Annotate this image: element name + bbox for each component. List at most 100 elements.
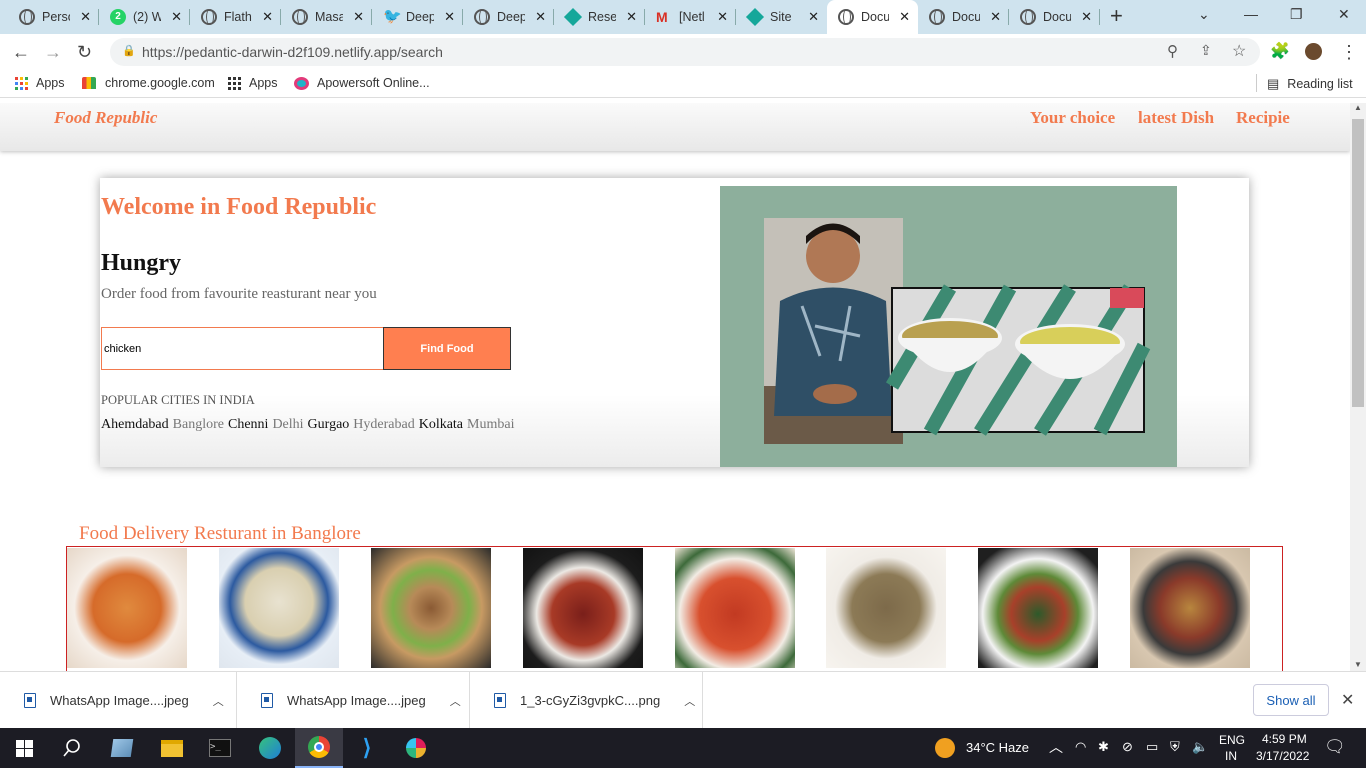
city-link[interactable]: Chenni [228, 417, 268, 432]
dish-image[interactable] [67, 548, 187, 668]
nav-link-your-choice[interactable]: Your choice [1030, 108, 1115, 128]
new-tab-plus-icon[interactable]: + [1110, 5, 1123, 27]
browser-tab[interactable]: M [Netl ✕ [645, 0, 736, 34]
chrome-icon[interactable] [295, 728, 343, 768]
food-search-input[interactable] [101, 327, 384, 370]
clock-date[interactable]: 3/17/2022 [1256, 749, 1309, 763]
city-link[interactable]: Mumbai [467, 417, 514, 432]
weather-haze-icon[interactable] [935, 738, 955, 758]
dish-image[interactable] [371, 548, 491, 668]
tab-search-chevron-icon[interactable]: ⌄ [1198, 6, 1210, 23]
close-tab-icon[interactable]: ✕ [80, 9, 91, 25]
language-region[interactable]: IN [1225, 749, 1237, 763]
scroll-down-icon[interactable]: ▼ [1354, 660, 1362, 669]
browser-tab[interactable]: Flath ✕ [190, 0, 281, 34]
nav-link-latest-dish[interactable]: latest Dish [1138, 108, 1214, 128]
dish-image[interactable] [523, 548, 643, 668]
city-link[interactable]: Gurgao [308, 417, 350, 432]
clock-time[interactable]: 4:59 PM [1262, 732, 1307, 746]
close-tab-icon[interactable]: ✕ [262, 9, 273, 25]
task-view-icon[interactable] [98, 728, 146, 768]
terminal-icon[interactable]: >_ [196, 728, 244, 768]
menu-kebab-icon[interactable]: ⋮ [1340, 40, 1358, 64]
address-bar[interactable]: 🔒 https://pedantic-darwin-d2f109.netlify… [110, 38, 1260, 66]
restore-icon[interactable]: ❐ [1290, 6, 1303, 23]
nav-link-recipie[interactable]: Recipie [1236, 108, 1290, 128]
bluetooth-icon[interactable]: ✱ [1098, 739, 1109, 755]
bookmark-apps[interactable]: Apps [15, 76, 65, 90]
minimize-icon[interactable]: — [1244, 6, 1258, 22]
page-scrollbar[interactable]: ▲ ▼ [1350, 103, 1366, 671]
file-explorer-icon[interactable] [148, 728, 196, 768]
bookmark-apowersoft[interactable]: Apowersoft Online... [294, 76, 430, 90]
slack-icon[interactable] [392, 728, 440, 768]
edge-icon[interactable] [246, 728, 294, 768]
chevron-up-icon[interactable]: ︿ [684, 693, 695, 709]
dish-image[interactable] [826, 548, 946, 668]
security-shield-icon[interactable]: ⛨ [1170, 739, 1180, 755]
browser-tab[interactable]: Reset ✕ [554, 0, 645, 34]
browser-tab[interactable]: Deep ✕ [463, 0, 554, 34]
dish-image[interactable] [978, 548, 1098, 668]
browser-tab[interactable]: 🐦 Deep ✕ [372, 0, 463, 34]
dish-image[interactable] [1130, 548, 1250, 668]
reading-list[interactable]: ▤ Reading list [1267, 76, 1353, 92]
url-text[interactable]: https://pedantic-darwin-d2f109.netlify.a… [142, 44, 443, 60]
download-item[interactable]: WhatsApp Image....jpeg ︿ [237, 672, 470, 729]
download-item[interactable]: 1_3-cGyZi3gvpkC....png ︿ [470, 672, 703, 729]
bookmark-apps[interactable]: Apps [228, 76, 278, 90]
bookmark-chrome-store[interactable]: chrome.google.com [82, 76, 215, 90]
close-tab-icon[interactable]: ✕ [353, 9, 364, 25]
profile-avatar[interactable] [1305, 43, 1322, 60]
city-link[interactable]: Ahemdabad [101, 417, 169, 432]
find-food-button[interactable]: Find Food [383, 327, 511, 370]
browser-tab[interactable]: Docu ✕ [918, 0, 1009, 34]
browser-tab[interactable]: Docu ✕ [1009, 0, 1100, 34]
vscode-icon[interactable]: ⟩ [343, 728, 391, 768]
browser-tab[interactable]: Perso ✕ [8, 0, 99, 34]
close-tab-icon[interactable]: ✕ [990, 9, 1001, 25]
scrollbar-thumb[interactable] [1352, 119, 1364, 407]
browser-tab[interactable]: Site ✕ [736, 0, 827, 34]
close-tab-icon[interactable]: ✕ [626, 9, 637, 25]
scroll-up-icon[interactable]: ▲ [1354, 103, 1362, 112]
battery-icon[interactable]: ▭ [1146, 739, 1158, 755]
windows-start-icon[interactable] [0, 728, 48, 768]
bookmark-star-icon[interactable]: ☆ [1232, 41, 1246, 61]
reload-icon[interactable]: ↻ [77, 40, 92, 64]
language-code[interactable]: ENG [1219, 733, 1245, 747]
browser-tab[interactable]: 2 (2) W ✕ [99, 0, 190, 34]
forward-arrow-icon[interactable]: → [44, 40, 62, 64]
close-tab-icon[interactable]: ✕ [444, 9, 455, 25]
share-icon[interactable]: ⇪ [1200, 42, 1212, 59]
city-link[interactable]: Banglore [173, 417, 224, 432]
network-icon[interactable]: ◠ [1075, 739, 1086, 755]
notifications-icon[interactable]: 🗨 [1324, 737, 1346, 757]
city-link[interactable]: Delhi [272, 417, 303, 432]
site-brand[interactable]: Food Republic [54, 108, 157, 128]
close-downloads-icon[interactable]: ✕ [1341, 690, 1354, 710]
city-link[interactable]: Kolkata [419, 417, 463, 432]
weather-text[interactable]: 34°C Haze [966, 740, 1029, 755]
close-tab-icon[interactable]: ✕ [717, 9, 728, 25]
city-link[interactable]: Hyderabad [353, 417, 414, 432]
chevron-up-icon[interactable]: ︿ [213, 693, 224, 709]
tray-chevron-up-icon[interactable]: ︿ [1049, 737, 1063, 757]
close-tab-icon[interactable]: ✕ [899, 9, 910, 25]
extensions-puzzle-icon[interactable]: 🧩 [1270, 40, 1290, 64]
search-icon[interactable] [48, 728, 96, 768]
chevron-up-icon[interactable]: ︿ [450, 693, 461, 709]
close-tab-icon[interactable]: ✕ [808, 9, 819, 25]
download-item[interactable]: WhatsApp Image....jpeg ︿ [0, 672, 237, 729]
dish-image[interactable] [675, 548, 795, 668]
show-all-downloads-button[interactable]: Show all [1253, 684, 1329, 716]
volume-icon[interactable]: 🔈 [1192, 739, 1208, 755]
wifi-off-icon[interactable]: ⊘ [1122, 739, 1133, 755]
zoom-icon[interactable]: ⚲ [1167, 42, 1178, 60]
dish-image[interactable] [219, 548, 339, 668]
browser-tab-active[interactable]: Docu ✕ [827, 0, 918, 34]
close-tab-icon[interactable]: ✕ [535, 9, 546, 25]
browser-tab[interactable]: Masa ✕ [281, 0, 372, 34]
close-tab-icon[interactable]: ✕ [1081, 9, 1092, 25]
close-tab-icon[interactable]: ✕ [171, 9, 182, 25]
